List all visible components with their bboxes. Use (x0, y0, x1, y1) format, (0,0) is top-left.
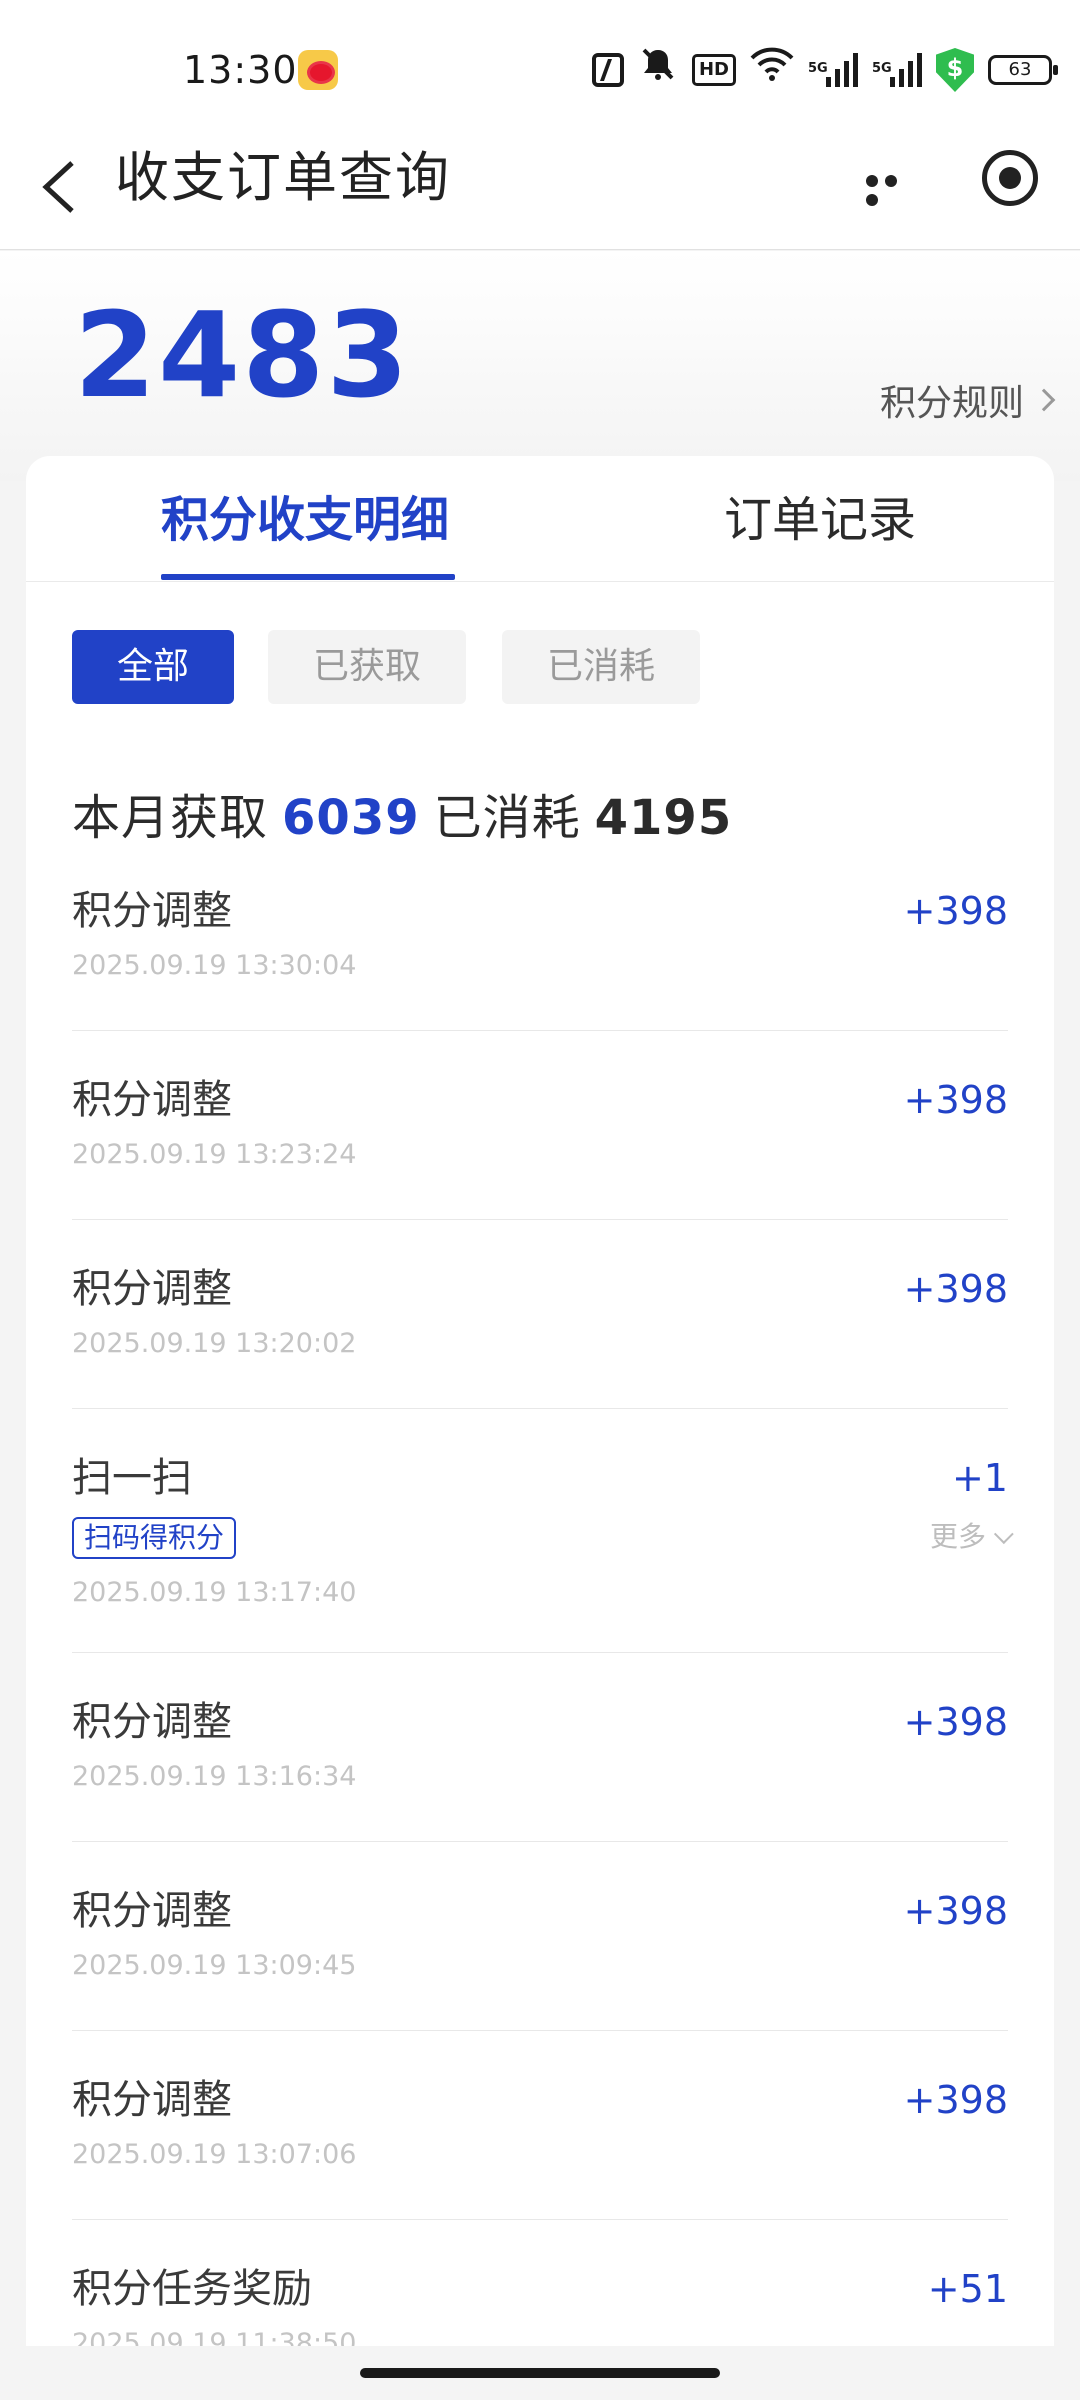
filter-spent-button[interactable]: 已消耗 (502, 630, 700, 704)
record-amount: +398 (903, 1078, 1008, 1122)
record-time: 2025.09.19 13:17:40 (72, 1577, 357, 1608)
record-title: 积分调整 (72, 1699, 232, 1745)
filter-earned-button[interactable]: 已获取 (268, 630, 466, 704)
close-circle-icon[interactable] (982, 150, 1038, 206)
points-rules-link[interactable]: 积分规则 (879, 374, 1056, 426)
record-row: 积分调整 +398 2025.09.19 13:23:24 (72, 1075, 1008, 1220)
chevron-left-icon[interactable] (40, 157, 80, 213)
security-shield-icon: $ (936, 48, 974, 92)
record-amount: +398 (903, 1700, 1008, 1744)
points-total: 2483 (74, 286, 411, 424)
spent-label: 已消耗 (433, 790, 581, 846)
record-row: 扫一扫 +1 扫码得积分 更多 2025.09.19 13:17:40 (72, 1453, 1014, 1653)
record-amount: +1 (951, 1456, 1008, 1500)
record-row: 积分调整 +398 2025.09.19 13:16:34 (72, 1697, 1008, 1842)
record-title: 积分调整 (72, 1266, 232, 1312)
month-summary: 本月获取 6039 已消耗 4195 (72, 788, 732, 848)
tab-points-details[interactable]: 积分收支明细 (161, 490, 449, 550)
signal-5g-icon-1: 5G (808, 53, 858, 87)
spent-value: 4195 (594, 790, 733, 846)
record-amount: +398 (903, 1889, 1008, 1933)
status-icons: HD 5G 5G $ 63 (591, 46, 1058, 95)
chevron-right-icon (1032, 388, 1056, 412)
tab-bar: 积分收支明细 订单记录 (26, 456, 1054, 582)
record-time: 2025.09.19 13:07:06 (72, 2139, 357, 2170)
wifi-icon (750, 46, 794, 95)
record-title: 扫一扫 (72, 1455, 192, 1501)
record-title: 积分调整 (72, 1077, 232, 1123)
record-title: 积分调整 (72, 1888, 232, 1934)
points-rules-label: 积分规则 (879, 383, 1024, 424)
home-indicator[interactable] (360, 2368, 720, 2378)
record-title: 积分任务奖励 (72, 2266, 312, 2312)
battery-icon: 63 (988, 55, 1058, 85)
record-title: 积分调整 (72, 888, 232, 934)
record-time: 2025.09.19 13:20:02 (72, 1328, 357, 1359)
record-time: 2025.09.19 13:16:34 (72, 1761, 357, 1792)
earned-label: 本月获取 (72, 790, 269, 846)
filter-all-button[interactable]: 全部 (72, 630, 234, 704)
signal-5g-icon-2: 5G (872, 53, 922, 87)
record-row: 积分调整 +398 2025.09.19 13:09:45 (72, 1886, 1008, 2031)
record-amount: +398 (903, 1267, 1008, 1311)
page-title: 收支订单查询 (115, 146, 451, 209)
record-more-label: 更多 (929, 1520, 986, 1553)
records-card: 积分收支明细 订单记录 全部 已获取 已消耗 本月获取 6039 已消耗 4195 积… (26, 456, 1054, 2400)
record-more-button[interactable]: 更多 (929, 1519, 1014, 1555)
record-amount: +51 (927, 2267, 1008, 2311)
earned-value: 6039 (282, 790, 420, 846)
record-amount: +398 (903, 889, 1008, 933)
nfc-icon (591, 53, 624, 87)
record-time: 2025.09.19 13:23:24 (72, 1139, 357, 1170)
record-time: 2025.09.19 13:09:45 (72, 1950, 357, 1981)
record-title: 积分调整 (72, 2077, 232, 2123)
record-tag: 扫码得积分 (72, 1517, 237, 1559)
hd-voice-icon: HD (691, 54, 736, 86)
record-row: 积分调整 +398 2025.09.19 13:30:04 (72, 886, 1008, 1031)
more-dots-icon[interactable] (866, 172, 922, 206)
mute-bell-icon (638, 44, 678, 97)
tab-order-records[interactable]: 订单记录 (724, 490, 916, 550)
record-row: 积分调整 +398 2025.09.19 13:07:06 (72, 2075, 1008, 2220)
weibo-notification-icon (298, 50, 338, 90)
record-time: 2025.09.19 13:30:04 (72, 950, 357, 981)
tab-active-indicator (161, 574, 455, 580)
record-amount: +398 (903, 2078, 1008, 2122)
status-time: 13:30 (183, 48, 298, 92)
record-row: 积分调整 +398 2025.09.19 13:20:02 (72, 1264, 1008, 1409)
chevron-down-icon (993, 1524, 1014, 1545)
